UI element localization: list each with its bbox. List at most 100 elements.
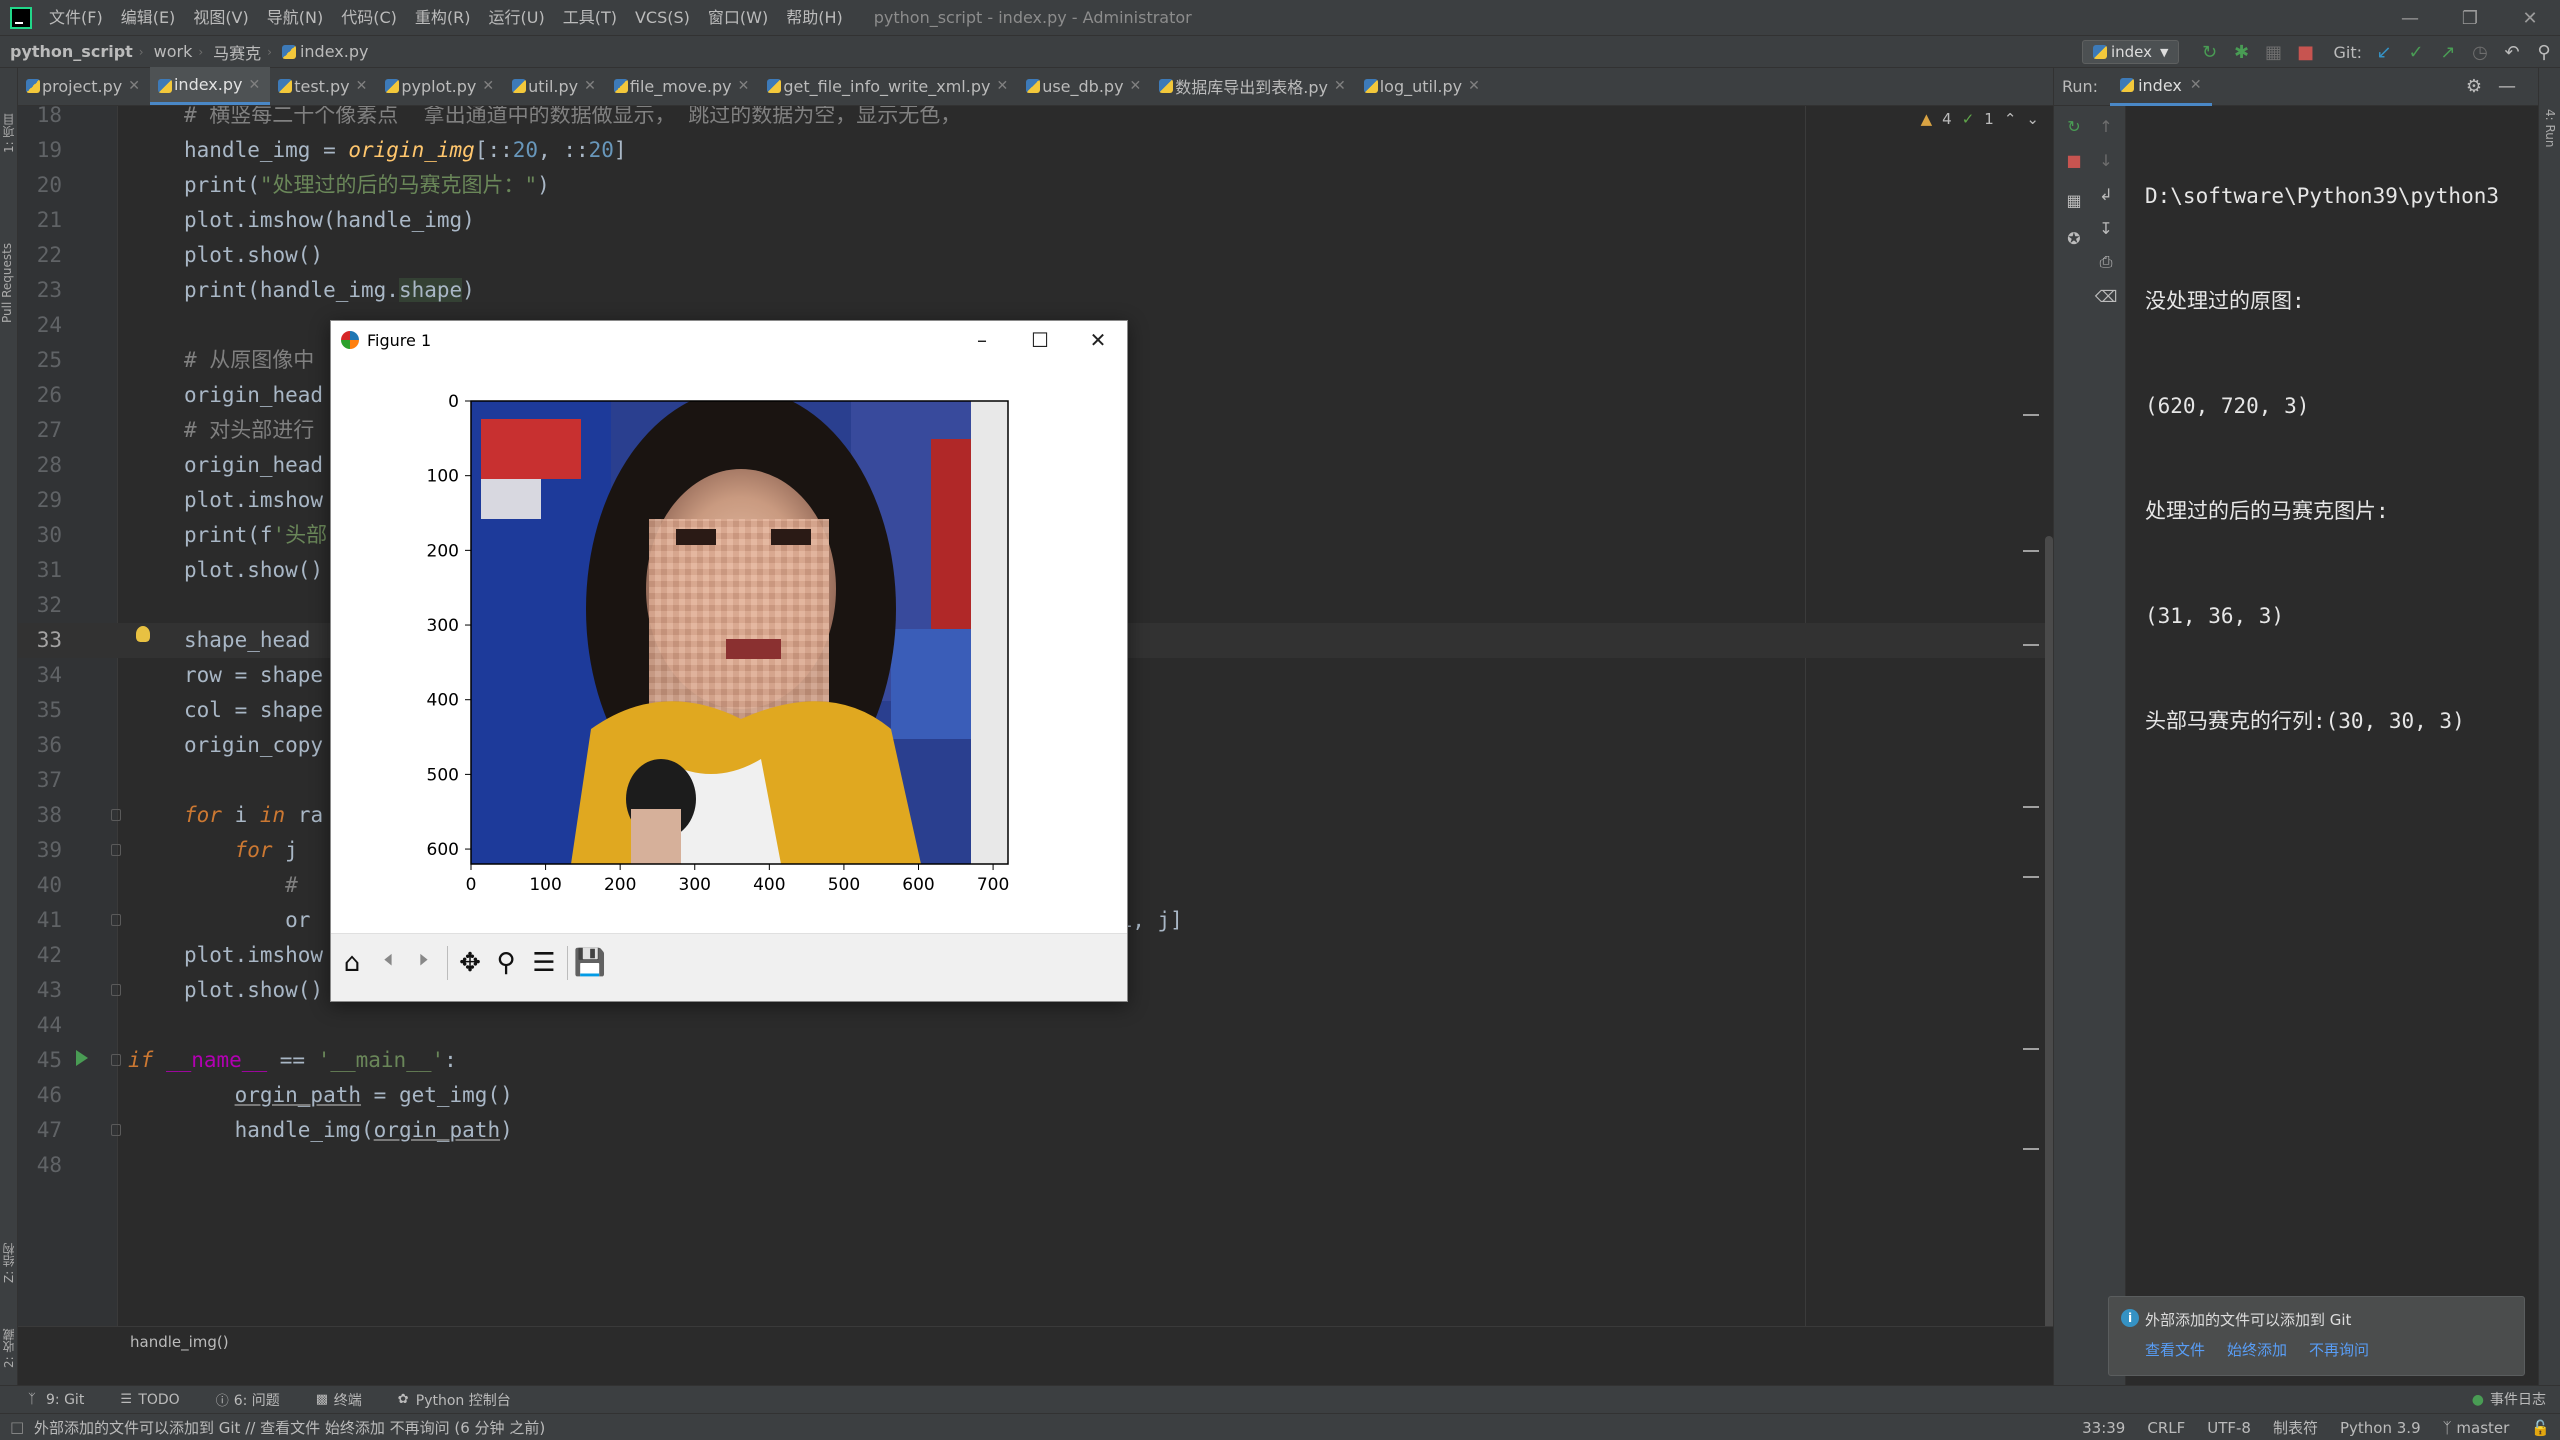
- git-branch[interactable]: ᛉ master: [2443, 1419, 2510, 1437]
- close-window-button[interactable]: ✕: [2500, 0, 2560, 36]
- chevron-down-icon[interactable]: ⌄: [2026, 110, 2039, 128]
- line-separator[interactable]: CRLF: [2147, 1419, 2185, 1437]
- menu-vcs[interactable]: VCS(S): [626, 0, 699, 36]
- editor-tab[interactable]: project.py ✕: [18, 67, 150, 105]
- trash-icon[interactable]: ⌫: [2094, 284, 2118, 308]
- run-tool-tab[interactable]: 4: Run: [2539, 88, 2557, 168]
- fold-marker-icon[interactable]: [111, 1054, 121, 1066]
- lock-icon[interactable]: 🔓: [2531, 1419, 2550, 1437]
- menu-window[interactable]: 窗口(W): [699, 0, 777, 36]
- code-line[interactable]: 23 print(handle_img.shape): [18, 273, 2053, 308]
- coverage-icon[interactable]: ▦: [2261, 40, 2285, 64]
- breadcrumb-project[interactable]: python_script: [0, 42, 139, 61]
- arrow-up-icon[interactable]: ↑: [2094, 114, 2118, 138]
- stop-icon[interactable]: ■: [2062, 148, 2086, 172]
- editor-tab[interactable]: index.py ✕: [149, 67, 271, 105]
- editor-breadcrumb[interactable]: handle_img(): [18, 1326, 2053, 1356]
- fold-marker-icon[interactable]: [111, 844, 121, 856]
- intention-bulb-icon[interactable]: [136, 626, 150, 642]
- search-icon[interactable]: ⚲: [2532, 40, 2556, 64]
- code-line[interactable]: 48: [18, 1148, 2053, 1183]
- zoom-icon[interactable]: ⚲: [489, 946, 523, 980]
- arrow-down-icon[interactable]: ↓: [2094, 148, 2118, 172]
- stop-icon[interactable]: ■: [2293, 40, 2317, 64]
- scroll-to-end-icon[interactable]: ↧: [2094, 216, 2118, 240]
- close-icon[interactable]: ✕: [128, 78, 140, 94]
- project-tool-tab[interactable]: 1: 项目: [0, 88, 18, 178]
- close-icon[interactable]: ✕: [1334, 78, 1346, 94]
- git-commit-icon[interactable]: ✓: [2404, 40, 2428, 64]
- editor-tab[interactable]: pyplot.py ✕: [377, 67, 504, 105]
- close-icon[interactable]: ✕: [1130, 78, 1142, 94]
- close-icon[interactable]: ✕: [1468, 78, 1480, 94]
- figure-minimize-button[interactable]: –: [953, 321, 1011, 359]
- code-line[interactable]: 46 orgin_path = get_img(): [18, 1078, 2053, 1113]
- code-line[interactable]: 22 plot.show(): [18, 238, 2053, 273]
- restore-window-button[interactable]: ❐: [2440, 0, 2500, 36]
- interpreter[interactable]: Python 3.9: [2340, 1419, 2421, 1437]
- editor-tab[interactable]: use_db.py ✕: [1018, 67, 1151, 105]
- breadcrumb-folder-mosaic[interactable]: 马赛克: [203, 40, 267, 64]
- code-line[interactable]: 20 print("处理过的后的马赛克图片："): [18, 168, 2053, 203]
- terminal-tool-button[interactable]: ▩ 终端: [294, 1390, 376, 1410]
- layout-icon[interactable]: ▦: [2062, 188, 2086, 212]
- git-tool-button[interactable]: ᛉ 9: Git: [0, 1392, 98, 1408]
- indent-setting[interactable]: 制表符: [2273, 1417, 2318, 1438]
- code-line[interactable]: 45 if __name__ == '__main__':: [18, 1043, 2053, 1078]
- dont-ask-link[interactable]: 不再询问: [2309, 1339, 2369, 1360]
- git-history-icon[interactable]: ◷: [2468, 40, 2492, 64]
- fold-marker-icon[interactable]: [111, 809, 121, 821]
- figure-canvas[interactable]: 0 100 200 300 400 500 600 700 0 100 200 300 400 500 6…: [331, 359, 1127, 933]
- menu-navigate[interactable]: 导航(N): [258, 0, 332, 36]
- hide-icon[interactable]: —: [2498, 76, 2516, 97]
- stripe-mark[interactable]: [2023, 1048, 2039, 1050]
- save-icon[interactable]: 💾: [573, 946, 607, 980]
- code-line[interactable]: 44: [18, 1008, 2053, 1043]
- editor-scrollbar[interactable]: [2045, 536, 2053, 1351]
- todo-tool-button[interactable]: ☰ TODO: [98, 1392, 193, 1408]
- inspection-widget[interactable]: ▲ 4 ✓ 1 ⌃ ⌄: [1921, 110, 2039, 128]
- code-line[interactable]: 19 handle_img = origin_img[::20, ::20]: [18, 133, 2053, 168]
- close-icon[interactable]: ✕: [2190, 77, 2202, 93]
- editor-tab[interactable]: log_util.py ✕: [1356, 67, 1490, 105]
- chevron-up-icon[interactable]: ⌃: [2004, 110, 2017, 128]
- rerun-icon[interactable]: ↻: [2197, 40, 2221, 64]
- close-icon[interactable]: ✕: [248, 77, 260, 93]
- configure-subplots-icon[interactable]: ☰: [527, 946, 561, 980]
- caret-position[interactable]: 33:39: [2082, 1419, 2125, 1437]
- stripe-mark[interactable]: [2023, 644, 2039, 646]
- pin-icon[interactable]: ✪: [2062, 226, 2086, 250]
- event-log-button[interactable]: ● 事件日志: [2472, 1386, 2546, 1414]
- console-output[interactable]: D:\software\Python39\python3 没处理过的原图: (6…: [2145, 106, 2538, 1385]
- problems-tool-button[interactable]: ⓘ 6: 问题: [194, 1390, 294, 1410]
- stripe-mark[interactable]: [2023, 550, 2039, 552]
- rollback-icon[interactable]: ↶: [2500, 40, 2524, 64]
- status-message[interactable]: 外部添加的文件可以添加到 Git // 查看文件 始终添加 不再询问 (6 分钟…: [34, 1417, 545, 1438]
- print-icon[interactable]: ⎙: [2094, 250, 2118, 274]
- file-encoding[interactable]: UTF-8: [2207, 1419, 2251, 1437]
- menu-help[interactable]: 帮助(H): [777, 0, 852, 36]
- editor-tab[interactable]: get_file_info_write_xml.py ✕: [759, 67, 1018, 105]
- stripe-mark[interactable]: [2023, 806, 2039, 808]
- soft-wrap-icon[interactable]: ↲: [2094, 182, 2118, 206]
- menu-code[interactable]: 代码(C): [332, 0, 406, 36]
- fold-marker-icon[interactable]: [111, 1124, 121, 1136]
- stripe-mark[interactable]: [2023, 876, 2039, 878]
- home-icon[interactable]: ⌂: [335, 946, 369, 980]
- fold-marker-icon[interactable]: [111, 984, 121, 996]
- run-configuration-select[interactable]: index ▼: [2081, 40, 2180, 64]
- figure-close-button[interactable]: ✕: [1069, 321, 1127, 359]
- view-files-link[interactable]: 查看文件: [2145, 1339, 2205, 1360]
- close-icon[interactable]: ✕: [738, 78, 750, 94]
- breadcrumb-file[interactable]: index.py: [272, 42, 374, 61]
- menu-tools[interactable]: 工具(T): [554, 0, 626, 36]
- menu-edit[interactable]: 编辑(E): [112, 0, 185, 36]
- run-gutter-icon[interactable]: [76, 1050, 88, 1066]
- gear-icon[interactable]: ⚙: [2466, 76, 2482, 97]
- run-tab-index[interactable]: index ✕: [2110, 68, 2212, 106]
- function-breadcrumb[interactable]: handle_img(): [130, 1333, 229, 1351]
- rerun-icon[interactable]: ↻: [2062, 114, 2086, 138]
- git-push-icon[interactable]: ↗: [2436, 40, 2460, 64]
- menu-refactor[interactable]: 重构(R): [406, 0, 480, 36]
- forward-icon[interactable]: 🢒: [407, 945, 441, 980]
